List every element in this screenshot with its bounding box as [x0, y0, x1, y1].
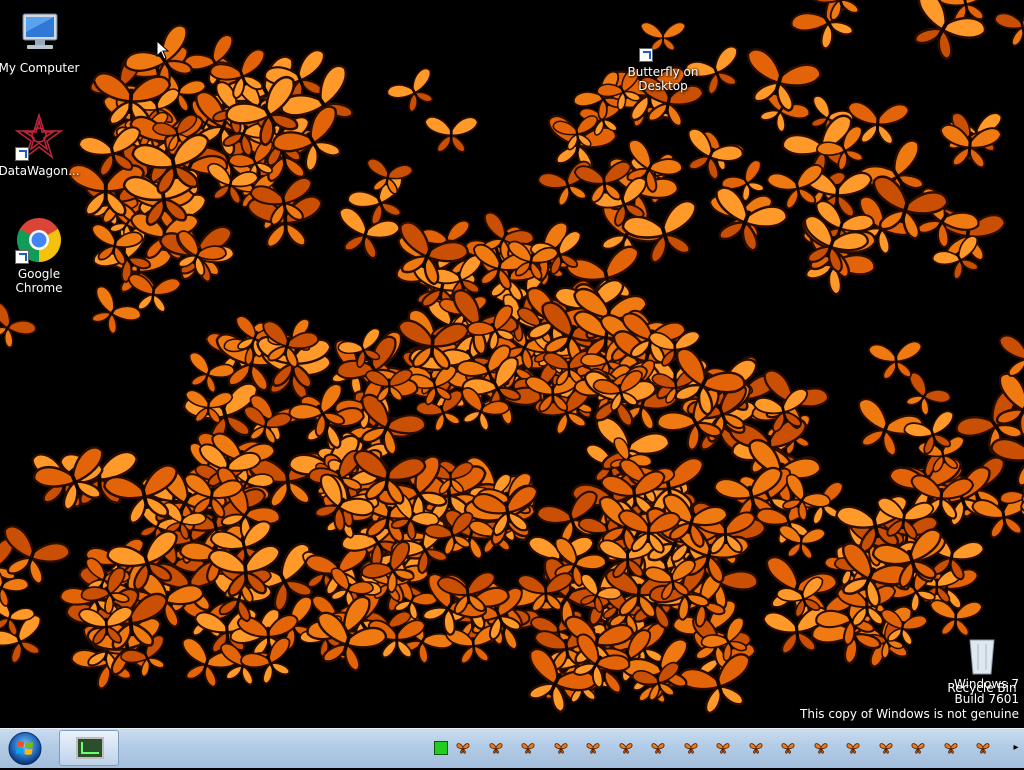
shortcut-arrow-icon: [15, 250, 29, 264]
tray-expand-button[interactable]: ▸: [1010, 736, 1022, 760]
butterfly-icon: [639, 14, 687, 62]
butterfly-tray-icon[interactable]: [586, 741, 600, 755]
taskbar: [0, 728, 1024, 768]
butterfly-wallpaper-mark: [81, 284, 143, 341]
windows-start-orb-icon: [5, 731, 45, 766]
monitor-app-icon: [76, 737, 104, 759]
taskbar-app-button[interactable]: [59, 730, 119, 766]
butterfly-tray-icon[interactable]: [911, 741, 925, 755]
butterfly-tray-icon[interactable]: [716, 741, 730, 755]
shortcut-arrow-icon: [15, 147, 29, 161]
butterfly-tray-icon[interactable]: [521, 741, 535, 755]
butterfly-tray-icon[interactable]: [944, 741, 958, 755]
shortcut-arrow-icon: [639, 48, 653, 62]
butterfly-tray-icon[interactable]: [879, 741, 893, 755]
desktop-icon-butterfly-on-desktop[interactable]: Butterfly on Desktop: [621, 14, 705, 93]
butterfly-tray-icon[interactable]: [619, 741, 633, 755]
datawagon-icon: [15, 113, 63, 161]
watermark-not-genuine: This copy of Windows is not genuine: [800, 707, 1019, 722]
butterfly-tray-icon[interactable]: [781, 741, 795, 755]
desktop-icon-my-computer[interactable]: My Computer: [0, 10, 81, 75]
butterfly-tray-icon[interactable]: [976, 741, 990, 755]
butterfly-wallpaper-mark: [994, 5, 1024, 49]
desktop-icon-google-chrome[interactable]: Google Chrome: [0, 216, 81, 295]
computer-icon: [15, 10, 63, 58]
desktop-icon-label: Butterfly on Desktop: [628, 65, 699, 93]
butterfly-wallpaper-mark: [385, 66, 443, 118]
butterfly-wallpaper: [0, 0, 1024, 728]
watermark-os-name: Windows 7: [800, 677, 1019, 692]
desktop-icon-label: DataWagon...: [0, 164, 80, 178]
butterfly-tray-icon[interactable]: [684, 741, 698, 755]
mouse-cursor-icon: [156, 40, 170, 60]
recycle-bin-icon: [958, 630, 1006, 678]
butterfly-wallpaper-mark: [994, 334, 1024, 382]
butterfly-wallpaper-mark: [180, 351, 236, 397]
butterfly-tray-icon[interactable]: [814, 741, 828, 755]
desktop-icon-label: My Computer: [0, 61, 79, 75]
notification-tray: [430, 737, 1010, 761]
butterfly-tray-icon[interactable]: [651, 741, 665, 755]
chrome-icon: [15, 216, 63, 264]
butterfly-tray-icon[interactable]: [554, 741, 568, 755]
desktop-icon-datawagon[interactable]: DataWagon...: [0, 113, 81, 178]
start-button[interactable]: [5, 731, 45, 766]
desktop-icon-label: Google Chrome: [15, 267, 62, 295]
butterfly-wallpaper-mark: [425, 117, 478, 152]
watermark-build: Build 7601: [800, 692, 1019, 707]
desktop[interactable]: My Computer DataWagon...: [0, 0, 1024, 728]
windows-genuine-watermark: Windows 7 Build 7601 This copy of Window…: [800, 677, 1019, 722]
butterfly-tray-icon[interactable]: [456, 741, 470, 755]
butterfly-tray-icon[interactable]: [489, 741, 503, 755]
butterfly-tray-icon[interactable]: [846, 741, 860, 755]
butterfly-wallpaper-mark: [0, 300, 38, 354]
butterfly-tray-icon[interactable]: [749, 741, 763, 755]
tray-monitor-icon[interactable]: [434, 741, 448, 755]
